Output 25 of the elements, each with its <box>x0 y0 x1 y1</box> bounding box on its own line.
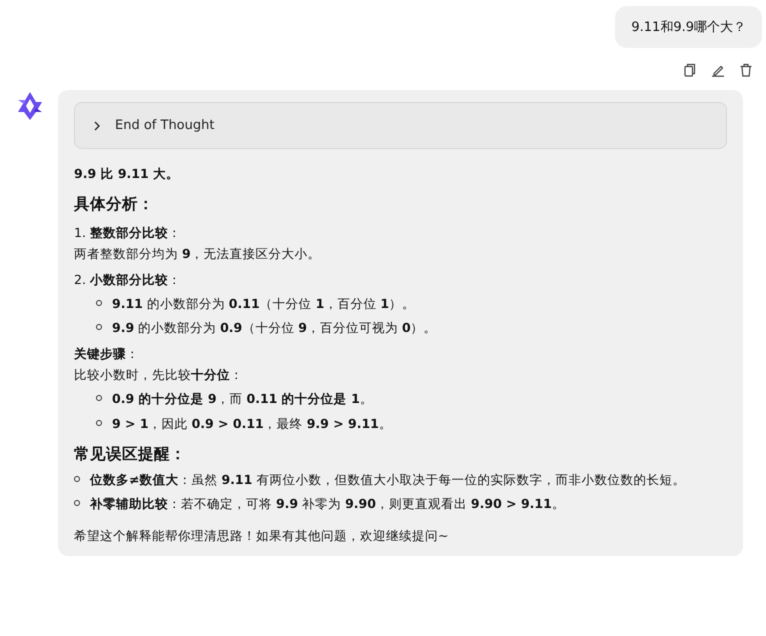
step-label: 关键步骤： <box>74 345 140 364</box>
step-label: 2. 小数部分比较： <box>74 270 182 289</box>
list-item: 9 > 1，因此 0.9 > 0.11，最终 9.9 > 9.11。 <box>112 414 392 433</box>
answer-summary: 9.9 比 9.11 大。 <box>74 165 180 183</box>
chevron-icon <box>93 120 101 130</box>
bullet-icon <box>96 420 102 426</box>
list-item: 9.9 的小数部分为 0.9（十分位 9，百分位可视为 0）。 <box>112 319 437 338</box>
closing-text: 希望这个解释能帮你理清思路！如果有其他问题，欢迎继续提问~ <box>74 527 450 546</box>
bullet-icon <box>96 324 102 330</box>
section-heading: 常见误区提醒： <box>74 444 187 465</box>
step-label: 1. 整数部分比较： <box>74 224 182 242</box>
list-item: 补零辅助比较：若不确定，可将 9.9 补零为 9.90，则更直观看出 9.90 > 9.11。 <box>90 495 565 514</box>
bullet-icon <box>96 300 102 306</box>
list-item: 0.9 的十分位是 9，而 0.11 的十分位是 1。 <box>112 390 373 408</box>
thought-label: End of Thought <box>115 118 214 133</box>
section-heading: 具体分析： <box>74 194 155 216</box>
paragraph: 两者整数部分均为 9，无法直接区分大小。 <box>74 244 322 263</box>
paragraph: 比较小数时，先比较十分位： <box>74 366 244 384</box>
bullet-icon <box>74 500 80 506</box>
bullet-icon <box>74 476 80 482</box>
thought-toggle[interactable]: End of Thought <box>74 102 727 149</box>
user-message: 9.11和9.9哪个大？ <box>615 6 762 48</box>
list-item: 位数多≠数值大：虽然 9.11 有两位小数，但数值大小取决于每一位的实际数字，而非小数位数的长短。 <box>90 471 686 490</box>
list-item: 9.11 的小数部分为 0.11（十分位 1，百分位 1）。 <box>112 294 416 313</box>
bullet-icon <box>96 395 102 402</box>
